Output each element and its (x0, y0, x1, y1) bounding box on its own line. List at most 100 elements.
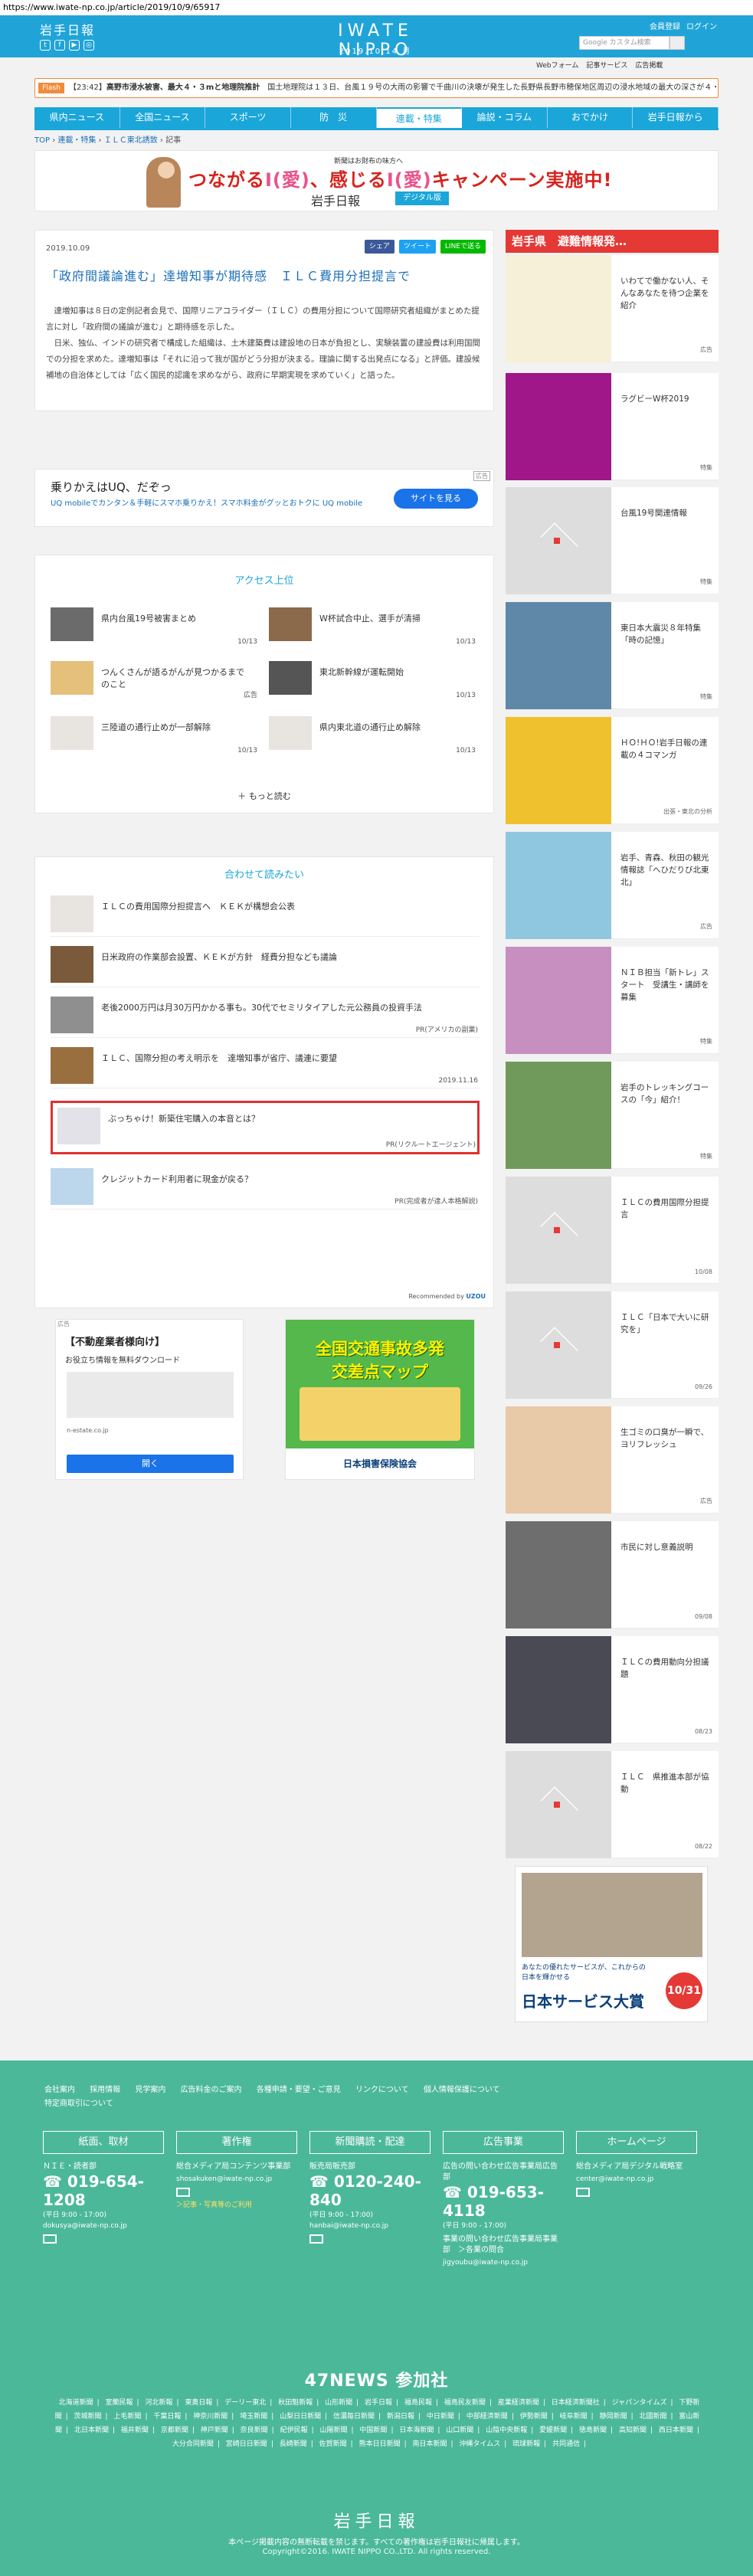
newspaper-link[interactable]: 埼玉新聞 (240, 2413, 267, 2421)
footer-link[interactable]: 採用情報 (90, 2086, 120, 2094)
newspaper-link[interactable]: 伊勢新聞 (520, 2413, 548, 2421)
sidebar-item[interactable]: ラグビーW杯2019 特集 (506, 373, 719, 480)
related-item[interactable]: 日米政府の作業部会設置、ＫＥＫが方針 経費分担なども議論 (51, 941, 480, 987)
more-button[interactable]: ＋ もっと読む (35, 790, 493, 802)
footer-link[interactable]: 個人情報保護について (424, 2086, 500, 2094)
estate-ad[interactable]: 広告 【不動産業者様向け】 お役立ち情報を無料ダウンロード n-estate.c… (55, 1319, 244, 1480)
newspaper-link[interactable]: ジャパンタイムズ (612, 2399, 667, 2407)
newspaper-link[interactable]: 奈良新聞 (241, 2427, 268, 2434)
facebook-share-button[interactable]: シェア (364, 240, 395, 254)
crumb-top[interactable]: TOP (34, 136, 50, 145)
sidebar-item[interactable]: ＩＬＣの費用動向分担議題 08/23 (506, 1636, 719, 1743)
crumb-series[interactable]: 連載・特集 (57, 136, 96, 145)
nav-series[interactable]: 連載・特集 (376, 107, 463, 128)
newspaper-link[interactable]: 岩手日報 (365, 2399, 392, 2407)
related-item-highlighted[interactable]: ぶっちゃけ！新築住宅購入の本音とは？ PR(リクルートエージェント) (51, 1101, 480, 1154)
newspaper-link[interactable]: 室蘭民報 (106, 2399, 133, 2407)
visit-site-button[interactable]: サイトを見る (394, 489, 478, 509)
sidebar-item[interactable]: 岩手、青森、秋田の観光情報誌「へひだりび北東北」 広告 (506, 832, 719, 939)
traffic-map-ad[interactable]: 全国交通事故多発 交差点マップ 日本損害保険協会 (285, 1319, 475, 1480)
newspaper-link[interactable]: 山陽新聞 (320, 2427, 348, 2434)
sidebar-item[interactable]: ＨＯ!ＨＯ!岩手日報の連載の４コマンガ 出張・東北の分析 (506, 717, 719, 824)
newspaper-link[interactable]: 茨城新聞 (74, 2413, 102, 2421)
nav-local-news[interactable]: 県内ニュース (34, 107, 120, 128)
footer-logo[interactable]: 岩手日報 (0, 2508, 753, 2532)
search-input[interactable]: Google カスタム検索 (579, 36, 670, 50)
newspaper-link[interactable]: 高知新聞 (619, 2427, 647, 2434)
nav-national-news[interactable]: 全国ニュース (120, 107, 206, 128)
ranking-item[interactable]: 三陸道の通行止めが一部解除 10/13 (51, 713, 257, 759)
newspaper-link[interactable]: デーリー東北 (224, 2399, 266, 2407)
newspaper-link[interactable]: 日本経済新聞社 (552, 2399, 600, 2407)
webform-link[interactable]: Webフォーム (536, 60, 578, 70)
newspaper-link[interactable]: 東奥日報 (185, 2399, 212, 2407)
site-logo[interactable]: 岩手日報 (40, 20, 95, 38)
newspaper-link[interactable]: 愛媛新聞 (539, 2427, 567, 2434)
nav-editorial[interactable]: 論説・コラム (462, 107, 548, 128)
newspaper-link[interactable]: 徳島新聞 (579, 2427, 607, 2434)
newspaper-link[interactable]: 産業経済新聞 (498, 2399, 539, 2407)
related-item[interactable]: ＩＬＣ、国際分担の考え明示を 達増知事が省庁、議連に要望 2019.11.16 (51, 1043, 480, 1088)
ranking-item[interactable]: 県内台風19号被害まとめ 10/13 (51, 604, 257, 650)
footer-link[interactable]: 各種申請・要望・ご意見 (257, 2086, 341, 2094)
article-service-link[interactable]: 記事サービス (586, 60, 627, 70)
newspaper-link[interactable]: 中日新聞 (427, 2413, 454, 2421)
newspaper-link[interactable]: 佐賀新聞 (319, 2440, 347, 2448)
newspaper-link[interactable]: 北國新聞 (639, 2413, 666, 2421)
tweet-button[interactable]: ツイート (398, 240, 436, 254)
related-item[interactable]: 老後2000万円は月30万円かかる事も。30代でセミリタイアした元公務員の投資手… (51, 992, 480, 1038)
related-item[interactable]: クレジットカード利用者に現金が戻る？ PR(完成者が達人本格解説) (51, 1164, 480, 1209)
newspaper-link[interactable]: 秋田魁新報 (278, 2399, 313, 2407)
phone-number[interactable]: ☎ 019-654-1208 (43, 2172, 164, 2209)
footer-link[interactable]: 見学案内 (135, 2086, 165, 2094)
nav-sports[interactable]: スポーツ (205, 107, 291, 128)
related-item[interactable]: ＩＬＣの費用国際分担提言へ ＫＥＫが構想会公表 (51, 891, 480, 937)
newspaper-link[interactable]: 南日本新聞 (412, 2440, 447, 2448)
campaign-banner[interactable]: 新聞はお財布の味方へ つながるI(愛)、感じるI(愛)キャンペーン実施中! 岩手… (34, 150, 719, 211)
newspaper-link[interactable]: 新潟日報 (387, 2413, 414, 2421)
newspaper-link[interactable]: 琉球新報 (512, 2440, 540, 2448)
sidebar-item[interactable]: 東日本大震災８年特集「時の記憶」 特集 (506, 602, 719, 709)
newspaper-link[interactable]: 北海道新聞 (59, 2399, 93, 2407)
footer-link[interactable]: 会社案内 (44, 2086, 75, 2094)
newspaper-link[interactable]: 共同通信 (552, 2440, 580, 2448)
footer-link[interactable]: 広告料金のご案内 (181, 2086, 242, 2094)
newspaper-link[interactable]: 沖縄タイムス (459, 2440, 500, 2448)
newspaper-link[interactable]: 長崎新聞 (280, 2440, 307, 2448)
newspaper-link[interactable]: 紀伊民報 (280, 2427, 308, 2434)
search-icon[interactable] (670, 36, 685, 50)
phone-number[interactable]: ☎ 0120-240-840 (309, 2172, 431, 2209)
newspaper-link[interactable]: 日本海新聞 (399, 2427, 434, 2434)
line-share-button[interactable]: LINEで送る (440, 240, 486, 254)
ranking-item[interactable]: 東北新幹線が運転開始 10/13 (269, 658, 476, 704)
instagram-icon[interactable]: ◎ (83, 40, 94, 51)
uq-ad[interactable]: 広告 乗りかえはUQ、だぞっ UQ mobileでカンタン＆手軽にスマホ乗りかえ… (34, 469, 494, 527)
email-link[interactable]: jigyoubu@iwate-np.co.jp (443, 2259, 564, 2267)
newspaper-link[interactable]: 福島民報 (404, 2399, 432, 2407)
newspaper-link[interactable]: 静岡新聞 (600, 2413, 627, 2421)
footer-link[interactable]: リンクについて (355, 2086, 409, 2094)
nav-disaster[interactable]: 防 災 (291, 107, 377, 128)
facebook-icon[interactable]: f (54, 40, 65, 51)
newspaper-link[interactable]: 中国新聞 (359, 2427, 387, 2434)
login-link[interactable]: ログイン (686, 20, 717, 31)
ranking-item[interactable]: 県内東北道の通行止め解除 10/13 (269, 713, 476, 759)
newspaper-link[interactable]: 上毛新聞 (113, 2413, 141, 2421)
newspaper-link[interactable]: 福島民友新聞 (444, 2399, 486, 2407)
newspaper-link[interactable]: 西日本新聞 (659, 2427, 693, 2434)
newspaper-link[interactable]: 神奈川新聞 (193, 2413, 228, 2421)
email-link[interactable]: hanbai@iwate-np.co.jp (309, 2222, 431, 2230)
newspaper-link[interactable]: 河北新報 (145, 2399, 172, 2407)
twitter-icon[interactable]: t (40, 40, 51, 51)
sidebar-item[interactable]: いわてで働かない人、そんなあなたを待つ企業を紹介 広告 (506, 255, 719, 362)
mail-icon[interactable] (309, 2234, 323, 2244)
sidebar-item[interactable]: 岩手のトレッキングコースの「今」紹介！ 特集 (506, 1062, 719, 1169)
ranking-item[interactable]: つんくさんが語るがんが見つかるまでのこと 広告 (51, 658, 257, 704)
newspaper-link[interactable]: 京都新聞 (161, 2427, 188, 2434)
phone-number[interactable]: ☎ 019-653-4118 (443, 2183, 564, 2220)
crumb-ilc[interactable]: ＩＬＣ東北誘致 (104, 136, 158, 145)
nav-from-nippo[interactable]: 岩手日報から (633, 107, 719, 128)
newspaper-link[interactable]: 中部経済新聞 (467, 2413, 508, 2421)
usage-link[interactable]: ＞記事・写真等のご利用 (176, 2199, 297, 2209)
ad-link[interactable]: 広告掲載 (635, 60, 663, 70)
